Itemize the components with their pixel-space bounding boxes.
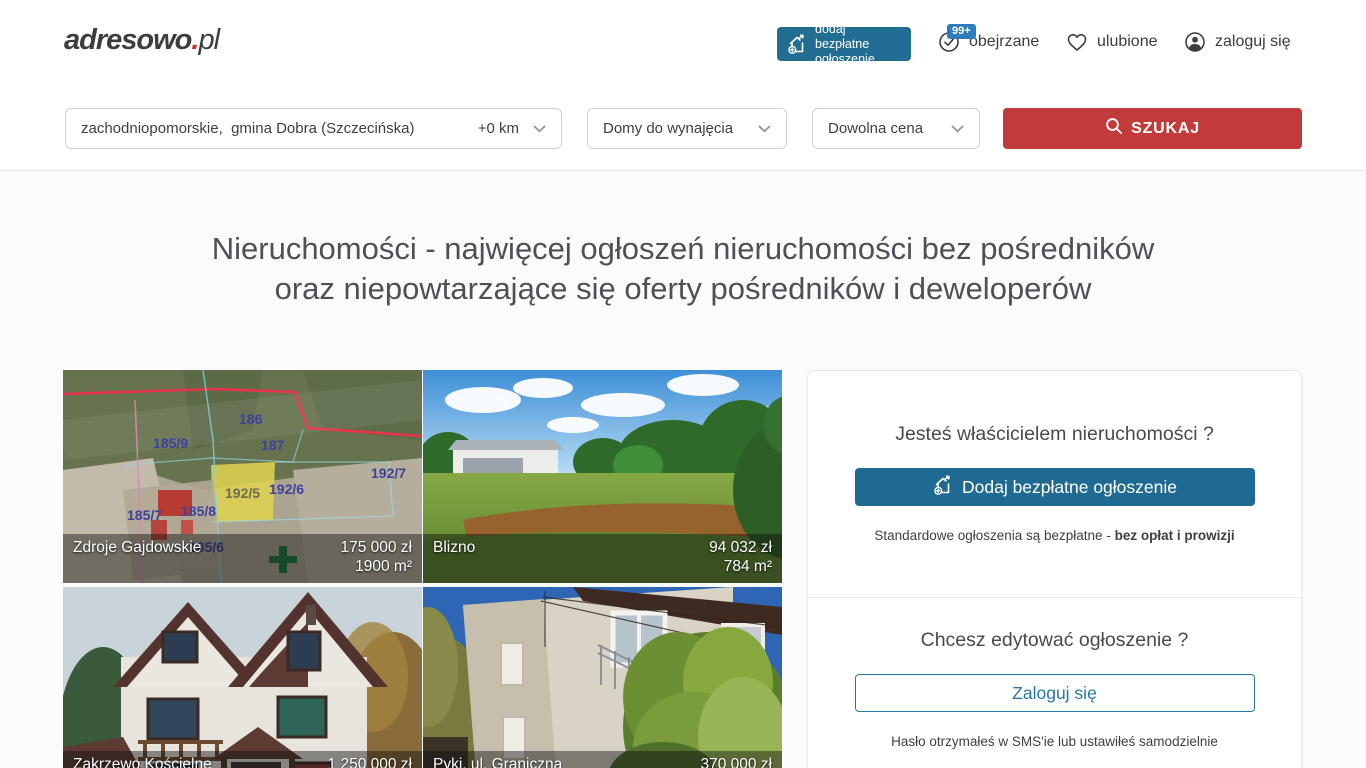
favorites-label: ulubione [1097,33,1158,51]
viewed-label: obejrzane [969,33,1039,51]
logo-text: adresowo [64,24,191,56]
house-add-icon [932,474,954,501]
search-filter-bar: zachodniopomorskie, gmina Dobra (Szczeci… [0,85,1366,171]
parcel-label: 185/9 [153,435,188,451]
listing-area: 784 m² [433,558,772,576]
listing-price: 1 250 000 zł [328,756,412,768]
property-type-value: Domy do wynajęcia [603,120,758,137]
listing-name: Zdroje Gajdowskie [73,539,201,557]
parcel-label: 187 [261,437,285,453]
search-button-label: SZUKAJ [1131,120,1200,138]
edit-note: Hasło otrzymałeś w SMS'ie lub ustawiłeś … [808,734,1301,749]
check-circle-icon: 99+ [938,31,960,53]
listing-overlay: Zakrzewo Kościelne 1 250 000 zł [63,751,422,768]
listing-price: 94 032 zł [709,539,772,557]
heart-icon [1066,31,1088,53]
listing-overlay: Blizno 94 032 zł 784 m² [423,534,782,583]
search-icon [1105,117,1123,140]
parcel-label: 192/7 [371,465,406,481]
edit-heading: Chcesz edytować ogłoszenie ? [808,629,1301,652]
sidebar-login-label: Zaloguj się [1012,683,1097,704]
parcel-label: 185/7 [127,507,162,523]
owner-note: Standardowe ogłoszenia są bezpłatne - be… [808,528,1301,543]
listing-name: Zakrzewo Kościelne [73,756,212,768]
radius-value: +0 km [478,120,519,137]
login-link[interactable]: zaloguj się [1184,31,1291,53]
add-listing-label: dodaj bezpłatne ogłoszenie [815,22,902,67]
sidebar-divider [808,597,1301,598]
facade-photo-image [423,587,782,768]
page-title: Nieruchomości - najwięcej ogłoszeń nieru… [0,229,1366,309]
listing-name: Blizno [433,539,475,557]
header: adresowo.pl dodaj bezpłatne ogłoszenie 9… [0,0,1366,85]
parcel-label: 192/6 [269,481,304,497]
owner-panel: Jesteś właścicielem nieruchomości ? Doda… [807,370,1302,768]
listing-card[interactable]: Blizno 94 032 zł 784 m² [423,370,782,583]
location-value: zachodniopomorskie, gmina Dobra (Szczeci… [81,120,478,137]
add-free-listing-button[interactable]: Dodaj bezpłatne ogłoszenie [855,468,1255,506]
chevron-down-icon [533,120,546,137]
sidebar-login-button[interactable]: Zaloguj się [855,674,1255,712]
price-select[interactable]: Dowolna cena [812,108,980,149]
owner-heading: Jesteś właścicielem nieruchomości ? [808,423,1301,446]
logo-tld: pl [198,24,219,56]
login-label: zaloguj się [1215,33,1291,51]
listing-name: Pyki, ul. Graniczna [433,756,562,768]
parcel-label: 186 [239,411,263,427]
viewed-link[interactable]: 99+ obejrzane [938,31,1039,53]
site-logo[interactable]: adresowo.pl [64,24,219,57]
add-listing-button[interactable]: dodaj bezpłatne ogłoszenie [777,27,911,61]
parcel-label: 185/8 [181,503,216,519]
favorites-link[interactable]: ulubione [1066,31,1158,53]
parcel-label: 192/5 [225,485,260,501]
listing-area: 1900 m² [73,558,412,576]
listing-price: 175 000 zł [340,539,412,557]
listing-overlay: Pyki, ul. Graniczna 370 000 zł [423,751,782,768]
house-add-icon [786,33,808,55]
listings-grid: 186 187 185/9 192/7 192/5 192/6 185/8 18… [63,370,782,768]
location-select[interactable]: zachodniopomorskie, gmina Dobra (Szczeci… [65,108,562,149]
user-icon [1184,31,1206,53]
chevron-down-icon [951,120,964,137]
listing-card[interactable]: 186 187 185/9 192/7 192/5 192/6 185/8 18… [63,370,422,583]
main-content: Nieruchomości - najwięcej ogłoszeń nieru… [0,171,1366,768]
add-free-listing-label: Dodaj bezpłatne ogłoszenie [962,477,1177,498]
property-type-select[interactable]: Domy do wynajęcia [587,108,787,149]
listing-price: 370 000 zł [700,756,772,768]
listing-card[interactable]: Pyki, ul. Graniczna 370 000 zł [423,587,782,768]
price-value: Dowolna cena [828,120,951,137]
viewed-count-badge: 99+ [947,24,976,39]
listing-card[interactable]: Zakrzewo Kościelne 1 250 000 zł [63,587,422,768]
listing-overlay: Zdroje Gajdowskie 175 000 zł 1900 m² [63,534,422,583]
search-button[interactable]: SZUKAJ [1003,108,1302,149]
house-photo-image [63,587,422,768]
chevron-down-icon [758,120,771,137]
